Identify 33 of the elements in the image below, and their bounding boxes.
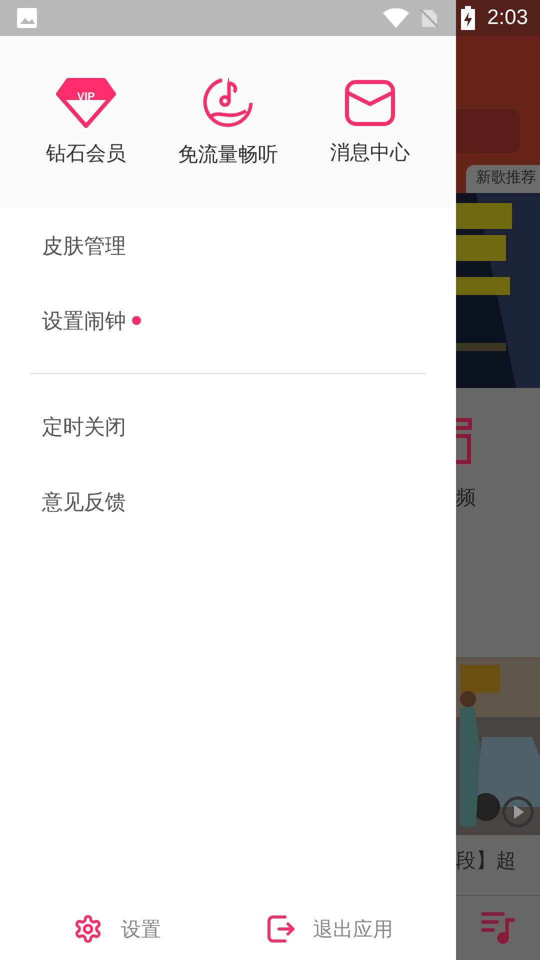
menu-item[interactable]: 定时关闭 [30,389,426,464]
quick-action[interactable]: 免流量畅听 [178,76,278,168]
quick-action[interactable]: VIP 钻石会员 [46,78,126,166]
image-icon [16,7,38,29]
search-bar[interactable] [456,109,520,153]
menu-label: 皮肤管理 [42,232,126,260]
settings-icon [73,914,103,944]
no-sim-icon [419,8,440,28]
footer-button[interactable]: 设置 [73,914,161,944]
quick-action[interactable]: 消息中心 [330,78,410,166]
category-label: 频 [456,484,477,511]
music-list-icon[interactable] [481,910,515,944]
menu-label: 意见反馈 [42,488,126,516]
footer-button[interactable]: 退出应用 [267,915,393,943]
menu-item[interactable]: 皮肤管理 [30,208,426,283]
music-note-icon [202,76,254,128]
wifi-icon [383,8,410,28]
menu-label: 设置闹钟 [42,308,126,334]
action-label: 免流量畅听 [178,140,278,168]
battery-charging-icon [461,6,476,30]
footer-label: 退出应用 [313,916,393,942]
mail-icon [344,78,396,126]
jar-icon [456,418,472,464]
footer-label: 设置 [121,916,161,942]
menu-item[interactable]: 设置闹钟 [30,283,426,358]
exit-icon [267,915,295,943]
diamond-icon: VIP [56,78,116,128]
video-title: 段】超 [456,847,517,874]
action-label: 钻石会员 [46,140,126,166]
clock-time: 2:03 [487,6,528,30]
menu-label: 定时关闭 [42,414,126,440]
menu-item[interactable]: 意见反馈 [30,464,426,539]
action-label: 消息中心 [330,138,410,166]
